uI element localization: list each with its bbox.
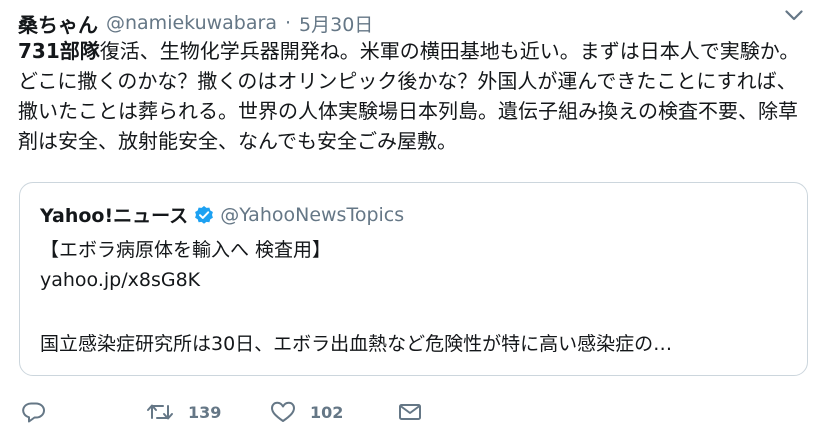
like-count: 102 <box>310 402 344 422</box>
tweet-actions: 139 102 <box>22 398 442 428</box>
tweet-date[interactable]: 5月30日 <box>299 10 373 37</box>
author-handle[interactable]: @namiekuwabara <box>106 12 277 34</box>
retweet-icon <box>146 401 174 423</box>
quoted-author-name: Yahoo!ニュース <box>40 205 189 227</box>
tweet-text-emphasis: 731部隊 <box>18 39 100 63</box>
heart-icon <box>270 401 296 423</box>
quoted-tweet-header: Yahoo!ニュース @YahooNewsTopics <box>40 201 404 228</box>
retweet-button[interactable]: 139 <box>146 398 221 426</box>
tweet-text-body: 復活、生物化学兵器開発ね。米軍の横田基地も近い。まずは日本人で実験か。どこに撒く… <box>18 39 800 153</box>
direct-message-button[interactable] <box>398 398 422 426</box>
quoted-tweet-card[interactable]: Yahoo!ニュース @YahooNewsTopics 【エボラ病原体を輸入へ … <box>19 182 808 376</box>
quoted-headline: 【エボラ病原体を輸入へ 検査用】 <box>40 239 332 261</box>
header-separator: · <box>284 12 292 34</box>
like-button[interactable]: 102 <box>270 398 343 426</box>
chevron-down-icon[interactable] <box>781 4 807 26</box>
envelope-icon <box>398 402 422 422</box>
retweet-count: 139 <box>188 402 222 422</box>
quoted-author-handle: @YahooNewsTopics <box>220 203 405 226</box>
quoted-summary: 国立感染症研究所は30日、エボラ出血熱など危険性が特に高い感染症の… <box>40 333 673 355</box>
author-display-name[interactable]: 桑ちゃん <box>18 9 98 38</box>
verified-badge-icon <box>194 205 214 225</box>
tweet: 桑ちゃん @namiekuwabara · 5月30日 731部隊復活、生物化学… <box>0 0 817 438</box>
tweet-text: 731部隊復活、生物化学兵器開発ね。米軍の横田基地も近い。まずは日本人で実験か。… <box>18 36 808 156</box>
reply-icon <box>22 401 46 423</box>
reply-button[interactable] <box>22 398 46 426</box>
quoted-link[interactable]: yahoo.jp/x8sG8K <box>40 269 200 291</box>
tweet-header: 桑ちゃん @namiekuwabara · 5月30日 <box>18 8 803 38</box>
